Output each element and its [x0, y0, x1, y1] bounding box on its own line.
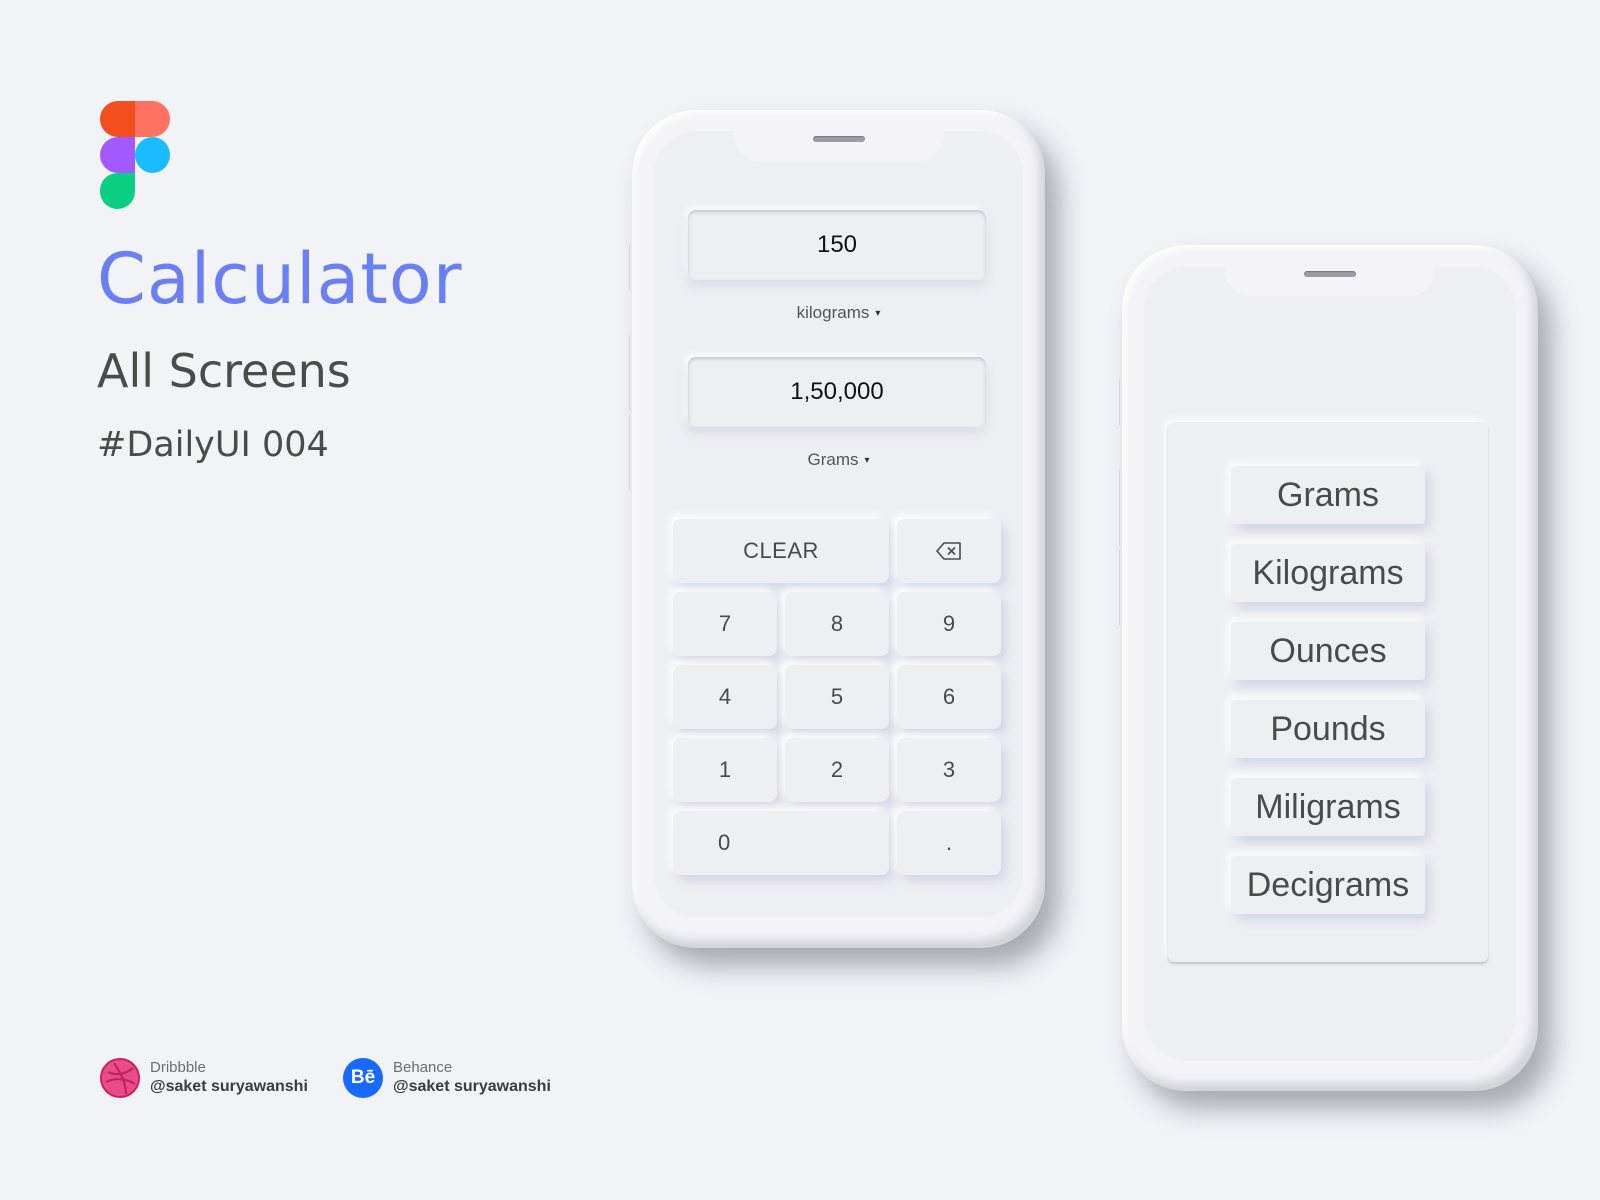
figma-logo-red-segment [100, 101, 135, 137]
unit-picker-panel: Grams Kilograms Ounces Pounds Miligrams … [1168, 422, 1488, 962]
caret-down-icon: ▾ [875, 307, 881, 319]
figma-logo-green-segment [100, 173, 135, 209]
backspace-button[interactable] [897, 519, 1001, 583]
unit-option-grams[interactable]: Grams [1231, 466, 1425, 524]
output-unit-label: Grams [807, 450, 859, 469]
backspace-icon [936, 542, 961, 560]
phone-side-button [1119, 550, 1122, 625]
input-unit-label: kilograms [796, 303, 870, 322]
key-4[interactable]: 4 [673, 665, 777, 729]
key-2[interactable]: 2 [785, 738, 889, 802]
page-subtitle: All Screens [97, 344, 351, 398]
phone-converter-screen: 150 kilograms ▾ 1,50,000 Grams ▾ CLEAR 7… [629, 110, 1045, 948]
unit-list: Grams Kilograms Ounces Pounds Miligrams … [1168, 466, 1488, 934]
key-6[interactable]: 6 [897, 665, 1001, 729]
key-5[interactable]: 5 [785, 665, 889, 729]
dribbble-icon [100, 1058, 140, 1098]
figma-logo-purple-segment [100, 137, 135, 173]
behance-icon: Bē [343, 1058, 383, 1098]
key-decimal[interactable]: . [897, 811, 1001, 875]
phone-unit-list-screen: Grams Kilograms Ounces Pounds Miligrams … [1119, 245, 1538, 1091]
unit-option-miligrams[interactable]: Miligrams [1231, 778, 1425, 836]
dribbble-handle: @saket suryawanshi [150, 1078, 308, 1096]
unit-option-pounds[interactable]: Pounds [1231, 700, 1425, 758]
key-7[interactable]: 7 [673, 592, 777, 656]
speaker-grille [1304, 271, 1356, 277]
phone-notch [1225, 266, 1435, 296]
figma-logo-blue-segment [135, 137, 170, 173]
clear-button[interactable]: CLEAR [673, 519, 889, 583]
converter-screen: 150 kilograms ▾ 1,50,000 Grams ▾ CLEAR 7… [654, 131, 1023, 918]
input-unit-dropdown[interactable]: kilograms ▾ [654, 303, 1023, 323]
output-value-field[interactable]: 1,50,000 [688, 357, 986, 427]
key-0[interactable]: 0 [673, 811, 889, 875]
speaker-grille [812, 136, 865, 142]
behance-handle: @saket suryawanshi [393, 1078, 551, 1096]
phone-notch [733, 131, 944, 161]
key-1[interactable]: 1 [673, 738, 777, 802]
keypad: CLEAR 7 8 9 4 5 6 1 2 3 0 . [673, 519, 1001, 875]
behance-label: Behance [393, 1058, 453, 1076]
figma-logo [100, 101, 170, 211]
behance-link[interactable]: Bē Behance @saket suryawanshi [343, 1058, 551, 1098]
unit-list-screen: Grams Kilograms Ounces Pounds Miligrams … [1144, 266, 1516, 1061]
unit-option-decigrams[interactable]: Decigrams [1231, 856, 1425, 914]
key-3[interactable]: 3 [897, 738, 1001, 802]
page-tagline: #DailyUI 004 [97, 425, 329, 465]
phone-side-button [629, 335, 632, 410]
phone-side-button [1119, 380, 1122, 425]
caret-down-icon: ▾ [864, 454, 870, 466]
dribbble-label: Dribbble [150, 1058, 206, 1076]
input-value-field[interactable]: 150 [688, 210, 986, 280]
key-9[interactable]: 9 [897, 592, 1001, 656]
unit-option-ounces[interactable]: Ounces [1231, 622, 1425, 680]
unit-option-kilograms[interactable]: Kilograms [1231, 544, 1425, 602]
phone-side-button [1119, 470, 1122, 545]
key-8[interactable]: 8 [785, 592, 889, 656]
phone-side-button [629, 415, 632, 490]
dribbble-link[interactable]: Dribbble @saket suryawanshi [100, 1058, 308, 1098]
page-title: Calculator [97, 238, 463, 320]
figma-logo-salmon-segment [135, 101, 170, 137]
output-unit-dropdown[interactable]: Grams ▾ [654, 450, 1023, 470]
phone-side-button [629, 245, 632, 290]
